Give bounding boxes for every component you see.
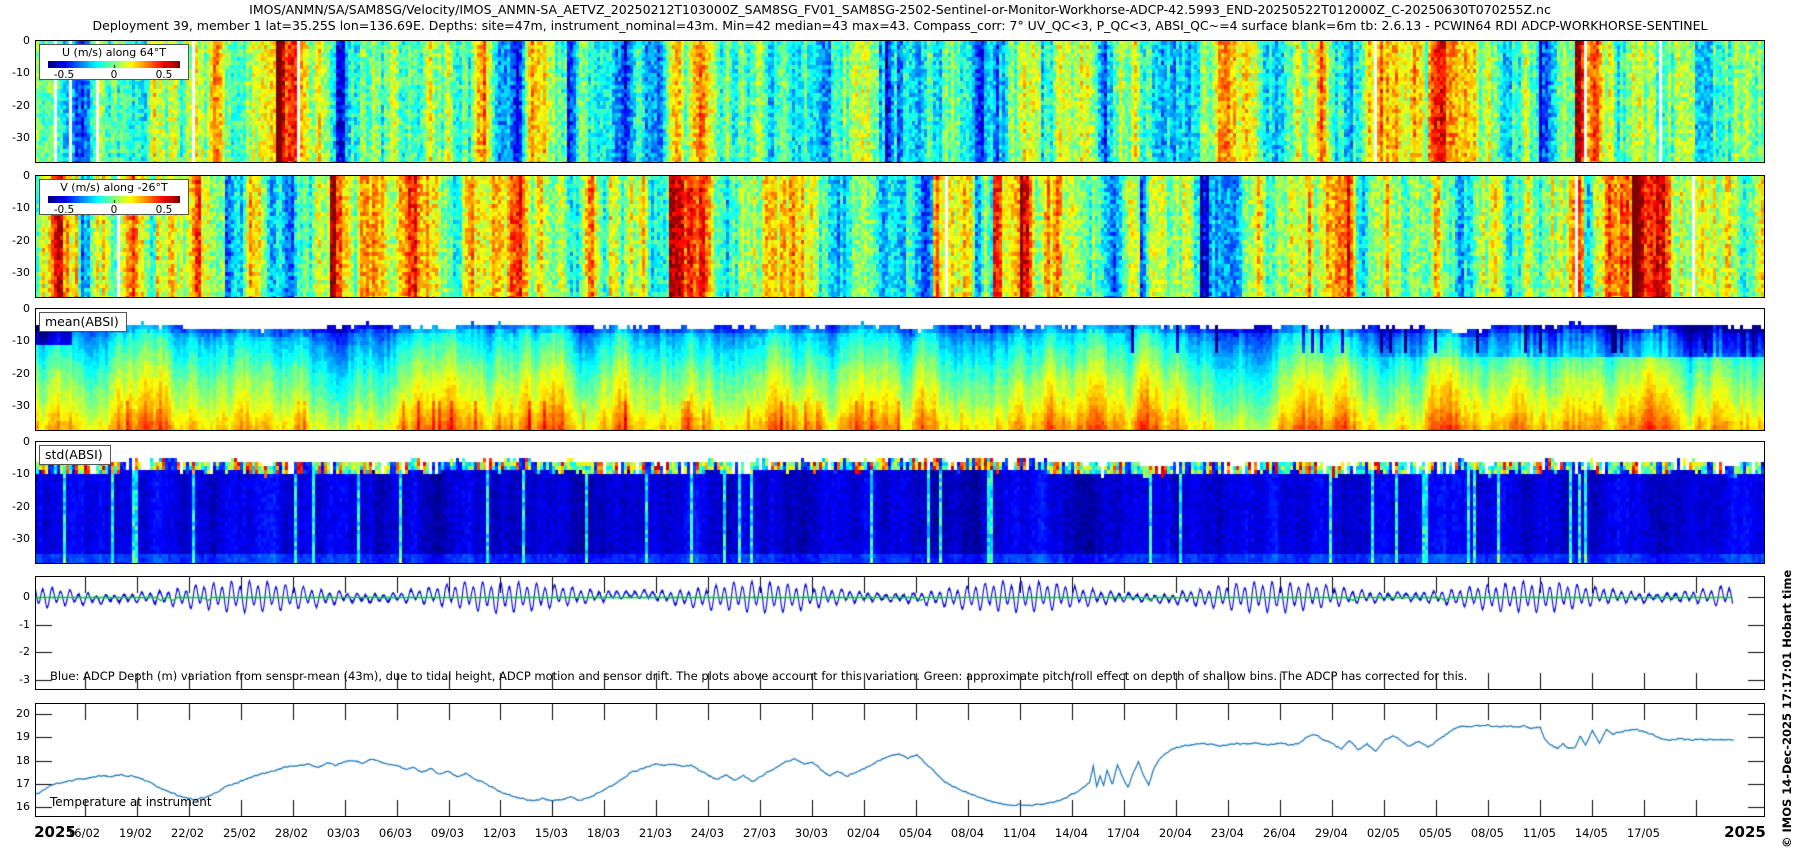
- colorbar-tick-label: 0.5: [155, 204, 173, 216]
- y-tick-label: 20: [16, 707, 30, 721]
- u-colorbar-legend: U (m/s) along 64°T -0.5 0 0.5: [39, 44, 189, 81]
- panel-v-velocity-heatmap: V (m/s) along -26°T -0.5 0 0.5: [35, 175, 1765, 298]
- x-tick-label: 08/04: [950, 826, 985, 840]
- imos-watermark: © IMOS 14-Dec-2025 17:17:01 Hobart time: [1780, 569, 1794, 848]
- depth-variation-annotation: Blue: ADCP Depth (m) variation from sens…: [50, 669, 1468, 683]
- panel-temperature: Temperature at instrument: [35, 703, 1765, 817]
- x-axis-year-label: 2025: [1724, 823, 1766, 841]
- x-tick-label: 09/03: [430, 826, 465, 840]
- panel-u-velocity-heatmap: U (m/s) along 64°T -0.5 0 0.5: [35, 40, 1765, 163]
- x-tick-label: 12/03: [482, 826, 517, 840]
- u-colorbar-ticks: -0.5 0 0.5: [48, 68, 180, 81]
- x-tick-label: 17/04: [1106, 826, 1141, 840]
- v-velocity-heatmap-canvas: [36, 176, 1764, 297]
- colorbar-tick-label: 0.5: [155, 69, 173, 81]
- u-velocity-heatmap-canvas: [36, 41, 1764, 162]
- y-tick-label: 16: [16, 799, 30, 813]
- x-tick-label: 02/05: [1366, 826, 1400, 840]
- temperature-line-canvas: [36, 704, 1764, 816]
- x-tick-label: 14/05: [1574, 826, 1608, 840]
- mean-absi-label-box: mean(ABSI): [39, 312, 127, 332]
- x-tick-label: 28/02: [274, 826, 309, 840]
- v-colorbar-ticks: -0.5 0 0.5: [48, 203, 180, 216]
- y-tick-label: -20: [12, 366, 30, 380]
- x-axis-year-label: 2025: [34, 823, 76, 841]
- std-absi-label: std(ABSI): [45, 447, 103, 462]
- y-tick-label: 0: [23, 169, 30, 182]
- y-tick-label: -30: [12, 265, 30, 279]
- x-tick-label: 30/03: [794, 826, 829, 840]
- x-tick-label: 24/03: [690, 826, 725, 840]
- y-tick-label: -1: [19, 617, 30, 631]
- u-colorbar-gradient: [48, 61, 180, 68]
- y-tick-label: 18: [16, 753, 30, 767]
- panel-adcp-depth-variation: Blue: ADCP Depth (m) variation from sens…: [35, 576, 1765, 690]
- panel-mean-absi-heatmap: mean(ABSI): [35, 308, 1765, 431]
- v-legend-title: V (m/s) along -26°T: [60, 181, 168, 194]
- x-tick-label: 23/04: [1210, 826, 1245, 840]
- v-colorbar-legend: V (m/s) along -26°T -0.5 0 0.5: [39, 179, 189, 216]
- y-tick-label: -30: [12, 130, 30, 144]
- temperature-label: Temperature at instrument: [50, 795, 212, 809]
- y-tick-label: 0: [23, 589, 30, 603]
- x-tick-label: 20/04: [1158, 826, 1193, 840]
- x-tick-label: 03/03: [326, 826, 361, 840]
- std-absi-heatmap-canvas: [36, 442, 1764, 563]
- x-tick-label: 21/03: [638, 826, 673, 840]
- y-tick-label: 0: [23, 435, 30, 448]
- x-tick-label: 11/04: [1002, 826, 1037, 840]
- panel-std-absi-heatmap: std(ABSI): [35, 441, 1765, 564]
- x-tick-label: 27/03: [742, 826, 777, 840]
- mean-absi-heatmap-canvas: [36, 309, 1764, 430]
- y-tick-label: -3: [19, 673, 30, 687]
- x-tick-label: 19/02: [118, 826, 153, 840]
- colorbar-tick-label: 0: [110, 69, 118, 81]
- y-tick-label: 17: [16, 776, 30, 790]
- colorbar-tick-label: -0.5: [53, 204, 75, 216]
- y-tick-label: 19: [16, 730, 30, 744]
- y-tick-label: -10: [12, 334, 30, 348]
- x-tick-label: 06/03: [378, 826, 413, 840]
- x-tick-label: 11/05: [1522, 826, 1556, 840]
- y-tick-label: 0: [23, 302, 30, 315]
- std-absi-label-box: std(ABSI): [39, 445, 111, 465]
- x-tick-label: 18/03: [586, 826, 621, 840]
- y-tick-label: -2: [19, 645, 30, 659]
- x-tick-label: 17/05: [1626, 826, 1660, 840]
- y-tick-label: -20: [12, 233, 30, 247]
- x-tick-label: 14/04: [1054, 826, 1089, 840]
- colorbar-tick-label: -0.5: [53, 69, 75, 81]
- x-tick-label: 29/04: [1314, 826, 1348, 840]
- u-legend-title: U (m/s) along 64°T: [62, 46, 166, 59]
- x-tick-label: 05/05: [1418, 826, 1452, 840]
- x-tick-label: 08/05: [1470, 826, 1504, 840]
- y-tick-label: -30: [12, 531, 30, 545]
- y-tick-label: -20: [12, 98, 30, 112]
- figure-title-line2: Deployment 39, member 1 lat=35.25S lon=1…: [92, 18, 1708, 33]
- x-tick-label: 02/04: [846, 826, 881, 840]
- x-tick-label: 25/02: [222, 826, 257, 840]
- figure-title-line1: IMOS/ANMN/SA/SAM8SG/Velocity/IMOS_ANMN-S…: [249, 2, 1551, 17]
- colorbar-tick-label: 0: [110, 204, 118, 216]
- y-tick-label: -10: [12, 66, 30, 80]
- x-tick-label: 26/04: [1262, 826, 1296, 840]
- x-tick-label: 22/02: [170, 826, 205, 840]
- y-tick-label: -30: [12, 398, 30, 412]
- mean-absi-label: mean(ABSI): [45, 314, 119, 329]
- v-colorbar-gradient: [48, 196, 180, 203]
- y-tick-label: -10: [12, 467, 30, 481]
- y-tick-label: -20: [12, 499, 30, 513]
- x-tick-label: 05/04: [898, 826, 933, 840]
- y-tick-label: 0: [23, 34, 30, 47]
- y-tick-label: -10: [12, 201, 30, 215]
- x-tick-label: 15/03: [534, 826, 569, 840]
